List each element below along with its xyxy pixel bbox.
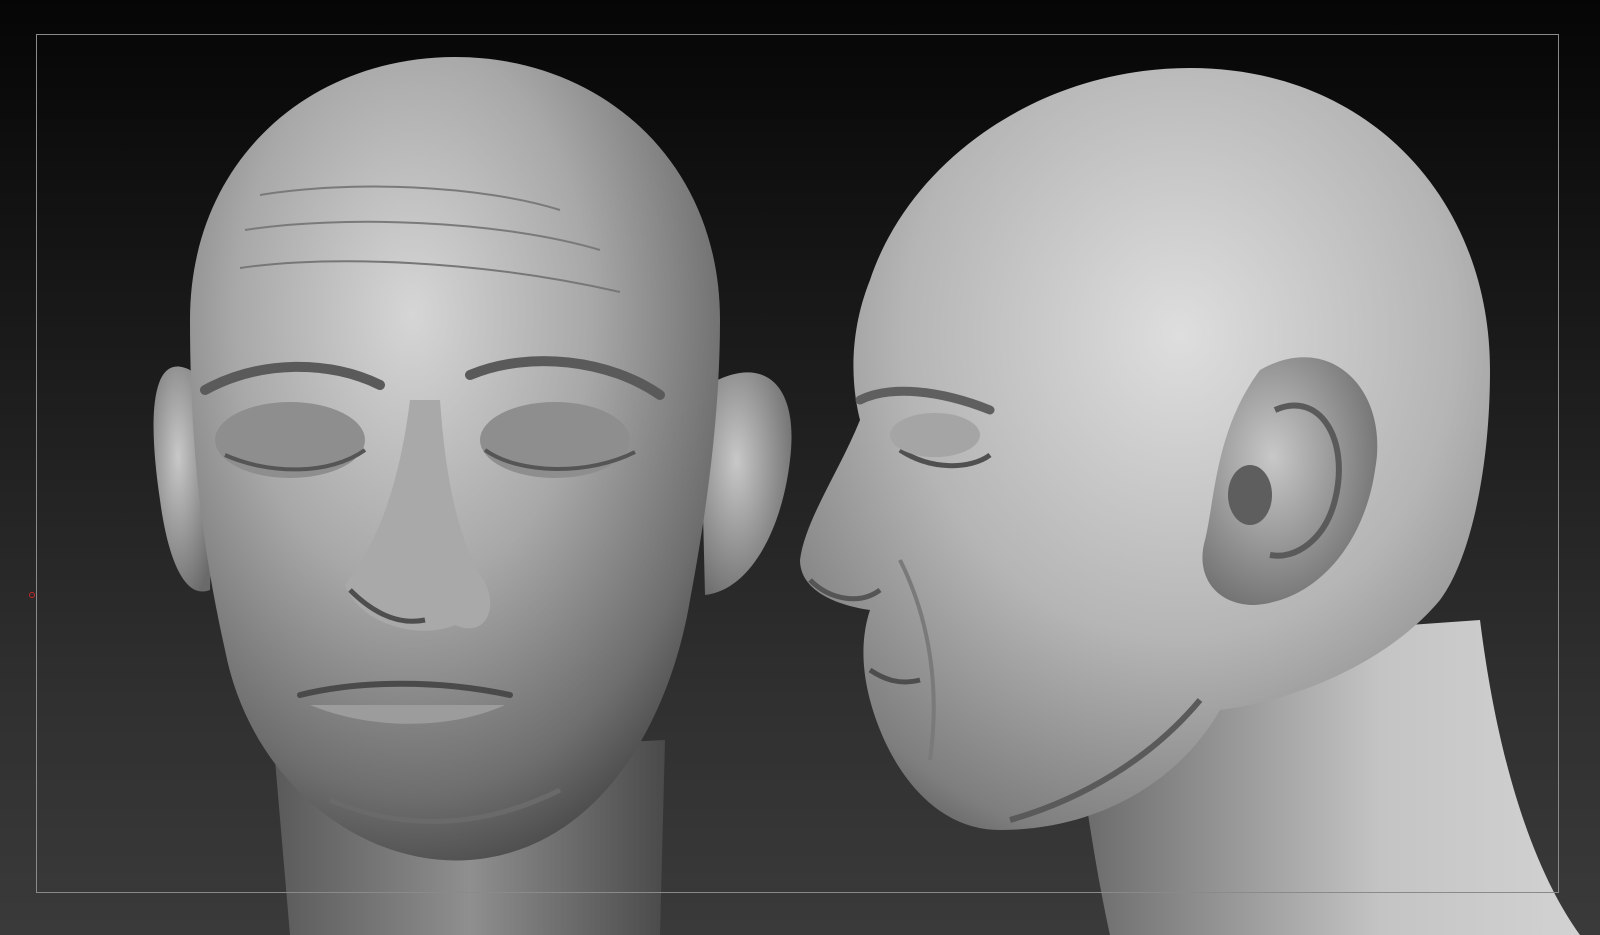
cursor-marker	[29, 592, 35, 598]
render-frame	[36, 34, 1559, 893]
sculpt-viewport[interactable]	[0, 0, 1600, 935]
